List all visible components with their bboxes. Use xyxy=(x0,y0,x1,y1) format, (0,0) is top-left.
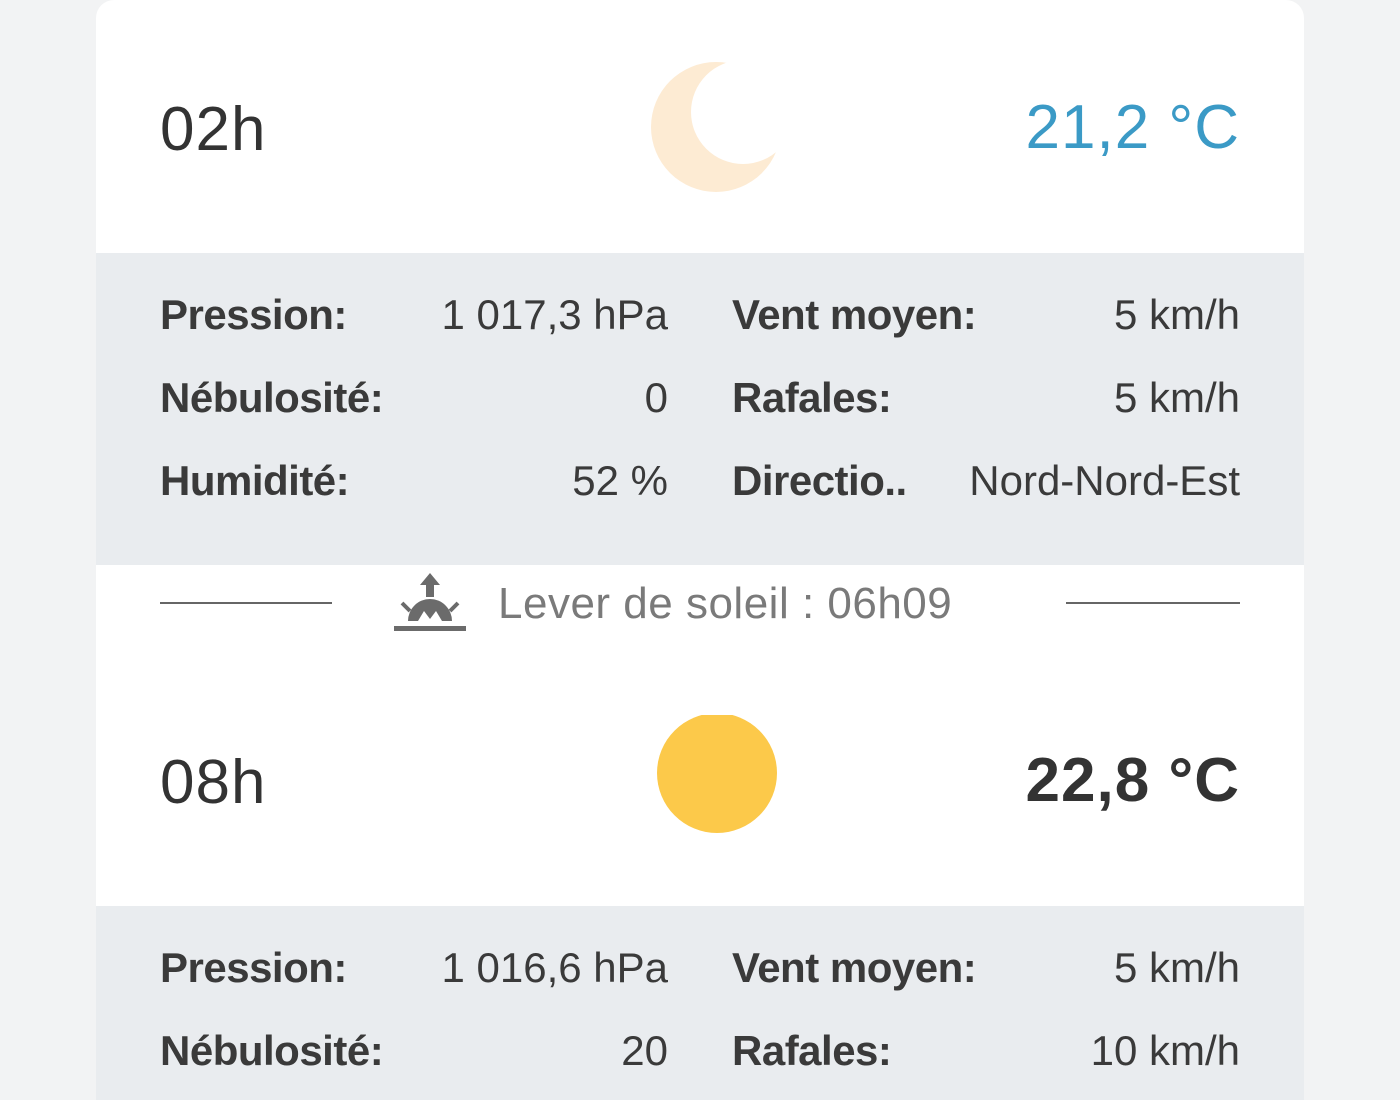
hour-row-02h[interactable]: 02h 21,2 °C xyxy=(96,62,1304,192)
divider-line xyxy=(160,602,332,604)
direction-label: Directio.. xyxy=(732,457,907,504)
hour-row-08h[interactable]: 08h 22,8 °C xyxy=(96,715,1304,845)
divider-line xyxy=(1066,602,1240,604)
forecast-card: 02h 21,2 °C Pression: 1 017,3 hPa Vent m… xyxy=(96,0,1304,1100)
pressure-label: Pression: xyxy=(160,291,347,338)
sunrise-text: Lever de soleil : 06h09 xyxy=(498,579,953,628)
humidity-value: 52 % xyxy=(572,457,668,504)
gust-label: Rafales: xyxy=(732,374,892,421)
wind-label: Vent moyen: xyxy=(732,944,977,991)
hour-label: 02h xyxy=(160,95,267,164)
hour-label: 08h xyxy=(160,748,267,817)
gust-value: 10 km/h xyxy=(1090,1027,1240,1074)
temperature: 21,2 °C xyxy=(1025,93,1240,162)
sun-icon xyxy=(657,715,777,833)
temperature: 22,8 °C xyxy=(1025,746,1240,815)
humidity-label: Humidité: xyxy=(160,457,350,504)
cloud-label: Nébulosité: xyxy=(160,374,384,421)
cloud-label: Nébulosité: xyxy=(160,1027,384,1074)
direction-value: Nord-Nord-Est xyxy=(969,457,1240,504)
wind-label: Vent moyen: xyxy=(732,291,977,338)
details-row: Nébulosité: 0 Rafales: 5 km/h xyxy=(96,374,1304,434)
details-panel-02h: Pression: 1 017,3 hPa Vent moyen: 5 km/h… xyxy=(96,253,1304,565)
moon-icon xyxy=(651,62,781,192)
pressure-value: 1 016,6 hPa xyxy=(441,944,668,991)
gust-value: 5 km/h xyxy=(1113,374,1240,421)
wind-value: 5 km/h xyxy=(1113,291,1240,338)
pressure-value: 1 017,3 hPa xyxy=(441,291,668,338)
details-panel-08h: Pression: 1 016,6 hPa Vent moyen: 5 km/h… xyxy=(96,906,1304,1100)
cloud-value: 20 xyxy=(621,1027,668,1074)
pressure-label: Pression: xyxy=(160,944,347,991)
wind-value: 5 km/h xyxy=(1113,944,1240,991)
sunrise-divider: Lever de soleil : 06h09 xyxy=(96,565,1304,645)
gust-label: Rafales: xyxy=(732,1027,892,1074)
details-row: Pression: 1 017,3 hPa Vent moyen: 5 km/h xyxy=(96,291,1304,351)
details-row: Humidité: 52 % Directio.. Nord-Nord-Est xyxy=(96,457,1304,517)
cloud-value: 0 xyxy=(644,374,668,421)
details-row: Pression: 1 016,6 hPa Vent moyen: 5 km/h xyxy=(96,944,1304,1004)
details-row: Nébulosité: 20 Rafales: 10 km/h xyxy=(96,1027,1304,1087)
sunrise-icon xyxy=(394,573,466,631)
